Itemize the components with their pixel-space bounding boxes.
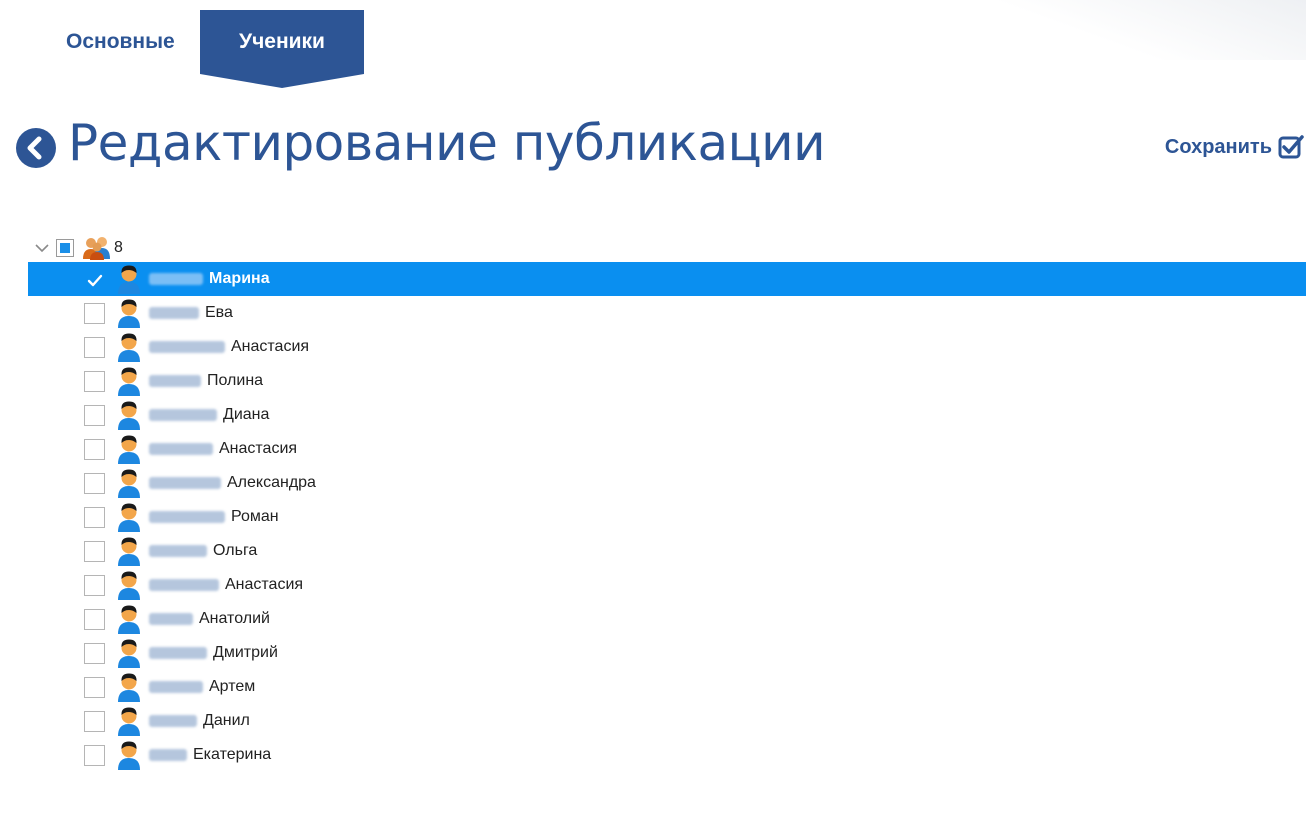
student-checkbox[interactable] — [84, 506, 105, 528]
student-row[interactable]: Анастасия — [28, 330, 1306, 364]
student-row[interactable]: Анатолий — [28, 602, 1306, 636]
student-row[interactable]: Полина — [28, 364, 1306, 398]
student-checkbox[interactable] — [84, 269, 105, 290]
student-first-name: Марина — [209, 270, 270, 287]
surname-redacted — [149, 579, 219, 591]
page-header: Редактирование публикации Сохранить — [16, 108, 1306, 188]
person-icon — [118, 503, 140, 532]
student-row[interactable]: Екатерина — [28, 738, 1306, 772]
student-first-name: Анастасия — [231, 338, 310, 355]
student-list: Марина Ева Анастасия Полина Диана Анастасия Ал… — [28, 262, 1306, 772]
student-row[interactable]: Артем — [28, 670, 1306, 704]
person-icon — [118, 469, 140, 498]
save-label: Сохранить — [1164, 135, 1272, 158]
student-first-name: Артем — [209, 678, 256, 695]
page-title: Редактирование публикации — [68, 114, 826, 172]
surname-redacted — [149, 715, 197, 727]
checkbox-checked-icon — [1278, 135, 1304, 159]
surname-redacted — [149, 545, 207, 557]
student-row[interactable]: Диана — [28, 398, 1306, 432]
student-row[interactable]: Ольга — [28, 534, 1306, 568]
person-icon — [118, 673, 140, 702]
person-icon — [118, 367, 140, 396]
student-row[interactable]: Данил — [28, 704, 1306, 738]
root-checkbox[interactable] — [56, 239, 74, 257]
student-checkbox[interactable] — [84, 608, 105, 630]
student-first-name: Полина — [207, 372, 264, 389]
student-checkbox[interactable] — [84, 574, 105, 596]
surname-redacted — [149, 375, 201, 387]
student-first-name: Анастасия — [225, 576, 304, 593]
person-icon — [118, 401, 140, 430]
group-icon — [83, 237, 110, 260]
student-first-name: Александра — [227, 474, 316, 491]
surname-redacted — [149, 647, 207, 659]
surname-redacted — [149, 409, 217, 421]
student-first-name: Анатолий — [199, 610, 270, 627]
student-row[interactable]: Дмитрий — [28, 636, 1306, 670]
tab-bar: Основные Ученики — [0, 10, 700, 90]
tree-root-row[interactable]: 8 — [28, 234, 1306, 262]
person-icon — [118, 299, 140, 328]
surname-redacted — [149, 443, 213, 455]
student-checkbox[interactable] — [84, 472, 105, 494]
student-checkbox[interactable] — [84, 676, 105, 698]
student-first-name: Анастасия — [219, 440, 298, 457]
back-chevron-icon[interactable] — [16, 128, 56, 168]
surname-redacted — [149, 341, 225, 353]
surname-redacted — [149, 511, 225, 523]
student-row[interactable]: Роман — [28, 500, 1306, 534]
person-icon — [118, 571, 140, 600]
decorative-corner-shade — [946, 0, 1306, 60]
student-row[interactable]: Александра — [28, 466, 1306, 500]
student-checkbox[interactable] — [84, 438, 105, 460]
person-icon — [118, 741, 140, 770]
student-checkbox[interactable] — [84, 370, 105, 392]
student-checkbox[interactable] — [84, 540, 105, 562]
save-button[interactable]: Сохранить — [1165, 130, 1304, 164]
person-icon — [118, 265, 140, 294]
student-row[interactable]: Анастасия — [28, 568, 1306, 602]
tab-students[interactable]: Ученики — [200, 10, 364, 88]
student-first-name: Ева — [205, 304, 233, 321]
student-row[interactable]: Марина — [28, 262, 1306, 296]
person-icon — [118, 435, 140, 464]
surname-redacted — [149, 613, 193, 625]
person-icon — [118, 639, 140, 668]
student-checkbox[interactable] — [84, 710, 105, 732]
person-icon — [118, 537, 140, 566]
person-icon — [118, 333, 140, 362]
student-checkbox[interactable] — [84, 642, 105, 664]
student-row[interactable]: Анастасия — [28, 432, 1306, 466]
student-checkbox[interactable] — [84, 302, 105, 324]
student-first-name: Екатерина — [193, 746, 272, 763]
group-count: 8 — [114, 239, 123, 256]
surname-redacted — [149, 749, 187, 761]
person-icon — [118, 605, 140, 634]
surname-redacted — [149, 681, 203, 693]
surname-redacted — [149, 307, 199, 319]
student-first-name: Ольга — [213, 542, 258, 559]
students-tree: 8 Марина Ева Анастасия Полина Диана Анастасия… — [28, 234, 1306, 772]
tab-basic[interactable]: Основные — [48, 10, 198, 74]
person-icon — [118, 707, 140, 736]
student-first-name: Роман — [231, 508, 279, 525]
chevron-down-icon[interactable] — [32, 238, 52, 258]
student-row[interactable]: Ева — [28, 296, 1306, 330]
student-checkbox[interactable] — [84, 336, 105, 358]
student-first-name: Дмитрий — [213, 644, 278, 661]
student-checkbox[interactable] — [84, 744, 105, 766]
student-first-name: Данил — [203, 712, 250, 729]
surname-redacted — [149, 477, 221, 489]
student-checkbox[interactable] — [84, 404, 105, 426]
student-first-name: Диана — [223, 406, 270, 423]
surname-redacted — [149, 273, 203, 285]
